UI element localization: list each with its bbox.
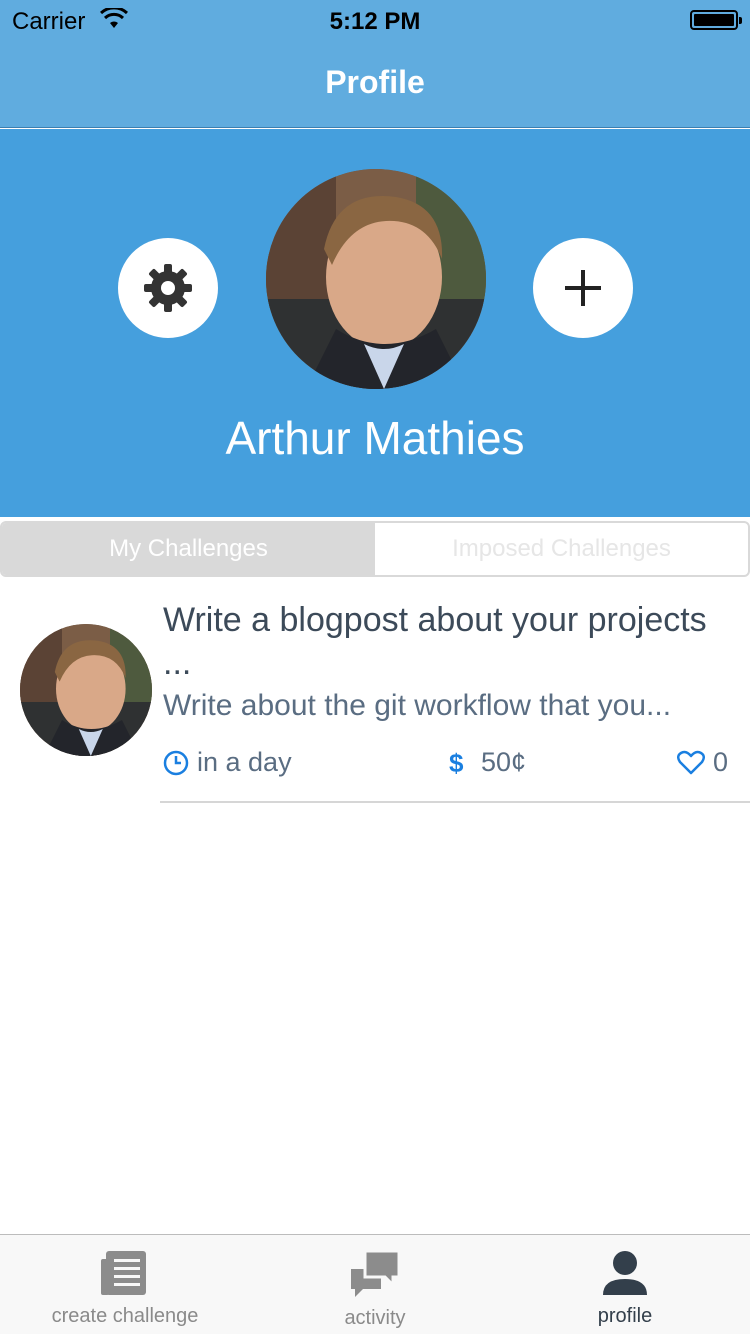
document-icon bbox=[101, 1251, 146, 1295]
heart-icon bbox=[677, 750, 705, 774]
deadline-label: in a day bbox=[197, 747, 292, 777]
status-time: 5:12 PM bbox=[329, 8, 421, 35]
tab-create-challenge[interactable]: create challenge bbox=[0, 1235, 250, 1334]
page-title: Profile bbox=[325, 64, 425, 100]
price-label: 50¢ bbox=[481, 747, 527, 777]
plus-icon bbox=[565, 270, 601, 306]
dollar-icon: $ bbox=[449, 749, 464, 777]
settings-button[interactable] bbox=[118, 238, 218, 338]
chat-icon bbox=[351, 1249, 401, 1297]
person-icon bbox=[603, 1251, 647, 1295]
challenges-segmented-control: My Challenges Imposed Challenges bbox=[0, 521, 750, 577]
list-item[interactable]: Write a blogpost about your projects ...… bbox=[0, 597, 750, 805]
tab-activity[interactable]: activity bbox=[250, 1235, 500, 1334]
navigation-bar: Profile bbox=[0, 40, 750, 128]
tab-create-challenge-label: create challenge bbox=[51, 1305, 199, 1327]
battery-icon bbox=[690, 10, 742, 30]
avatar bbox=[20, 624, 152, 756]
challenge-title: Write a blogpost about your projects ... bbox=[163, 601, 707, 682]
row-divider bbox=[160, 801, 750, 803]
profile-avatar[interactable] bbox=[266, 169, 486, 389]
tab-bar: create challenge activity profile bbox=[0, 1234, 750, 1334]
likes-count: 0 bbox=[713, 747, 729, 777]
clock-icon bbox=[163, 750, 189, 775]
profile-name: Arthur Mathies bbox=[225, 412, 525, 464]
challenge-deadline: in a day bbox=[163, 747, 292, 778]
svg-text:$: $ bbox=[449, 749, 464, 777]
gear-icon bbox=[144, 264, 192, 312]
like-button[interactable]: 0 bbox=[677, 747, 728, 778]
challenge-description: Write about the git workflow that you... bbox=[163, 689, 672, 722]
tab-my-challenges[interactable]: My Challenges bbox=[2, 523, 375, 575]
tab-activity-label: activity bbox=[344, 1307, 406, 1329]
profile-header: Arthur Mathies bbox=[0, 129, 750, 517]
challenge-price: $ 50¢ bbox=[447, 747, 526, 778]
tab-imposed-challenges[interactable]: Imposed Challenges bbox=[375, 523, 748, 575]
status-bar: Carrier 5:12 PM bbox=[0, 0, 750, 40]
tab-profile[interactable]: profile bbox=[500, 1235, 750, 1334]
tab-profile-label: profile bbox=[597, 1305, 653, 1327]
add-button[interactable] bbox=[533, 238, 633, 338]
